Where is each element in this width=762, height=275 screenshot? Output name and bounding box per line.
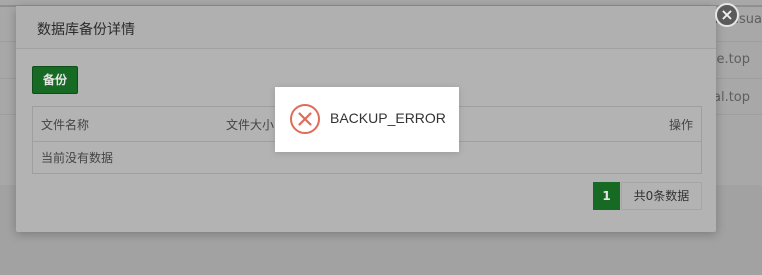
background-row-text: al.top (712, 90, 750, 105)
pagination-total-count: 共0条数据 (621, 182, 702, 210)
column-header-file-size: 文件大小 (226, 118, 275, 132)
modal-header: 数据库备份详情 (16, 6, 716, 49)
close-icon[interactable]: × (715, 3, 739, 27)
column-header-file-name: 文件名称 (41, 118, 90, 132)
pagination-current-page[interactable]: 1 (593, 182, 620, 210)
modal-title: 数据库备份详情 (37, 22, 135, 38)
column-header-actions: 操作 (668, 118, 693, 132)
toast-message: BACKUP_ERROR (330, 110, 446, 126)
empty-table-message: 当前没有数据 (41, 151, 114, 165)
error-toast: BACKUP_ERROR (275, 87, 459, 152)
error-circle-icon (290, 104, 320, 134)
backup-button[interactable]: 备份 (32, 66, 78, 94)
